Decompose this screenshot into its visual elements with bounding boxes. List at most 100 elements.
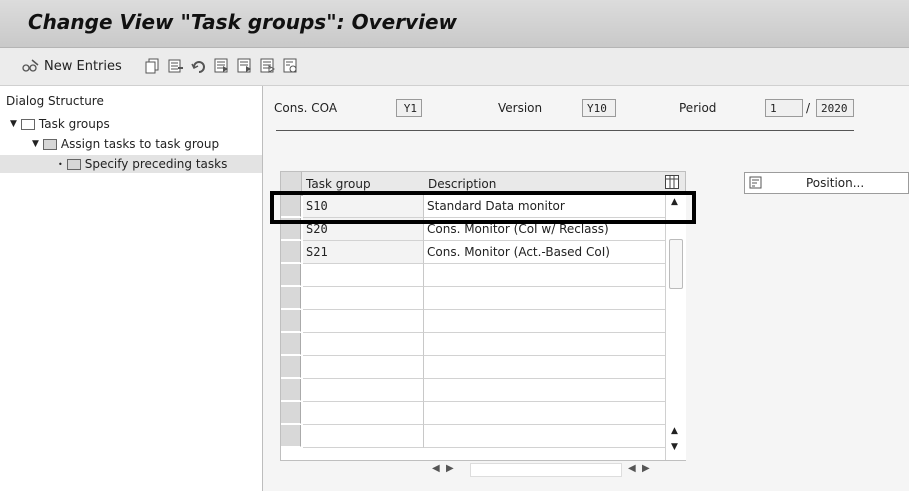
task-group-cell[interactable] [303,379,424,402]
description-cell[interactable] [424,264,666,287]
table-row[interactable] [281,310,666,333]
task-group-cell[interactable]: S20 [303,218,424,241]
select-block-icon [237,58,253,74]
description-cell[interactable] [424,356,666,379]
description-cell[interactable] [424,402,666,425]
table-row[interactable]: S10 Standard Data monitor [281,195,666,218]
dialog-structure-title: Dialog Structure [6,94,104,108]
table-header: Task group Description [281,172,685,196]
column-header-task-group[interactable]: Task group [306,177,371,191]
select-block-button[interactable] [237,57,253,75]
task-group-cell[interactable]: S10 [303,195,424,218]
header-divider [276,130,854,131]
description-cell[interactable] [424,333,666,356]
scroll-left-icon-2[interactable]: ◀ [628,463,636,474]
tree-item-label: Assign tasks to task group [60,137,220,151]
vertical-scrollbar[interactable]: ▲ ▲ ▼ [665,195,686,460]
tree-item-task-groups[interactable]: ▼ Task groups [10,115,110,133]
page-title: Change View "Task groups": Overview [28,10,457,34]
copy-as-button[interactable] [145,57,161,75]
year-field[interactable]: 2020 [816,99,854,117]
table-row[interactable] [281,379,666,402]
description-cell[interactable] [424,287,666,310]
copy-icon [145,58,161,74]
task-group-cell[interactable] [303,287,424,310]
tree-item-specify-preceding[interactable]: • Specify preceding tasks [0,155,262,173]
row-selector[interactable] [281,195,301,217]
row-selector[interactable] [281,333,301,355]
select-all-button[interactable] [214,57,230,75]
cons-coa-label: Cons. COA [274,101,338,115]
column-header-description[interactable]: Description [428,177,496,191]
table-row[interactable] [281,264,666,287]
tree-item-label: Specify preceding tasks [84,157,228,171]
open-folder-icon [20,118,35,130]
scroll-right-icon[interactable]: ▶ [446,463,454,474]
application-toolbar: New Entries [0,48,909,86]
scroll-up-icon[interactable]: ▲ [671,197,678,207]
task-group-cell[interactable] [303,425,424,448]
tree-item-assign-tasks[interactable]: ▼ Assign tasks to task group [32,135,219,153]
tree-item-label: Task groups [38,117,110,131]
task-group-cell[interactable] [303,310,424,333]
expand-triangle-icon[interactable]: ▼ [32,139,39,149]
task-group-cell[interactable] [303,402,424,425]
title-bar: Change View "Task groups": Overview [0,0,909,48]
version-field[interactable]: Y10 [582,99,616,117]
description-cell[interactable] [424,310,666,333]
task-group-cell[interactable]: S21 [303,241,424,264]
deselect-all-icon [260,58,276,74]
period-field[interactable]: 1 [765,99,803,117]
description-cell[interactable] [424,379,666,402]
select-all-icon [214,58,230,74]
undo-icon [191,58,207,74]
horizontal-scrollbar[interactable] [470,463,622,477]
bullet-icon: • [58,159,63,169]
description-cell[interactable] [424,425,666,448]
table-row[interactable] [281,356,666,379]
description-cell[interactable]: Cons. Monitor (CoI w/ Reclass) [424,218,666,241]
row-selector[interactable] [281,241,301,263]
task-group-cell[interactable] [303,264,424,287]
description-cell[interactable]: Standard Data monitor [424,195,666,218]
row-selector[interactable] [281,356,301,378]
scrollbar-thumb[interactable] [669,239,683,289]
expand-triangle-icon[interactable]: ▼ [10,119,17,129]
task-group-cell[interactable] [303,333,424,356]
position-button[interactable]: Position... [744,172,909,194]
row-selector[interactable] [281,287,301,309]
table-row[interactable]: S21 Cons. Monitor (Act.-Based CoI) [281,241,666,264]
delete-button[interactable] [168,57,184,75]
description-cell[interactable]: Cons. Monitor (Act.-Based CoI) [424,241,666,264]
task-group-cell[interactable] [303,356,424,379]
deselect-all-button[interactable] [260,57,276,75]
horizontal-scroll-area: ◀ ▶ ◀ ▶ [280,461,685,479]
table-row[interactable] [281,287,666,310]
table-settings-icon[interactable] [665,175,679,192]
scroll-right-icon-2[interactable]: ▶ [642,463,650,474]
row-selector[interactable] [281,310,301,332]
table-row[interactable] [281,425,666,448]
row-selector[interactable] [281,379,301,401]
row-selector[interactable] [281,425,301,447]
delete-icon [168,58,184,74]
scroll-up-bottom-icon[interactable]: ▲ [671,426,678,436]
period-label: Period [679,101,717,115]
undo-change-button[interactable] [191,57,207,75]
new-entries-label: New Entries [44,58,122,74]
scroll-down-icon[interactable]: ▼ [671,442,678,452]
table-row[interactable] [281,402,666,425]
new-entries-button[interactable]: New Entries [22,57,122,75]
select-all-rows-cell[interactable] [281,172,302,195]
dialog-structure-pane: Dialog Structure ▼ Task groups ▼ Assign … [0,86,263,491]
table-row[interactable]: S20 Cons. Monitor (CoI w/ Reclass) [281,218,666,241]
row-selector[interactable] [281,264,301,286]
row-selector[interactable] [281,218,301,240]
glasses-edit-icon [22,58,39,74]
row-selector[interactable] [281,402,301,424]
cons-coa-field[interactable]: Y1 [396,99,422,117]
version-label: Version [498,101,543,115]
table-row[interactable] [281,333,666,356]
configuration-button[interactable] [283,57,299,75]
scroll-left-icon[interactable]: ◀ [432,463,440,474]
